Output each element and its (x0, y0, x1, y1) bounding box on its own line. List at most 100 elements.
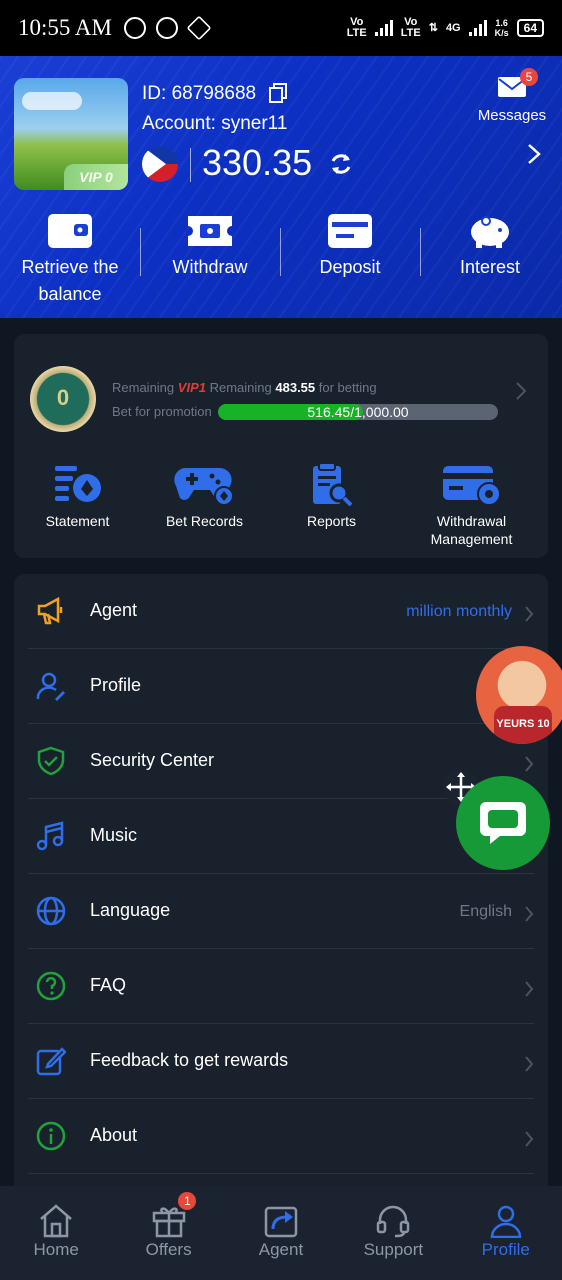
info-icon (36, 1121, 66, 1151)
share-icon (264, 1206, 298, 1238)
retrieve-balance-button[interactable]: Retrieve the balance (0, 206, 140, 308)
piggy-bank-icon (471, 216, 509, 248)
avatar-jersey: YEURS 10 (494, 706, 552, 744)
ticket-icon (188, 216, 232, 246)
account-label: Account: (142, 113, 216, 134)
vip-chevron-right-icon[interactable] (514, 380, 528, 402)
music-icon (36, 821, 64, 851)
edit-icon (36, 1047, 66, 1076)
user-avatar[interactable]: VIP 0 (14, 78, 128, 190)
refresh-icon[interactable] (328, 151, 354, 177)
nav-home-label: Home (33, 1240, 79, 1259)
battery-icon: 64 (516, 19, 544, 37)
menu-label-feedback: Feedback to get rewards (90, 1050, 289, 1070)
betting-progress-bar: 516.45/1,000.00 (218, 404, 498, 420)
interest-button[interactable]: Interest (420, 206, 560, 308)
menu-item-language[interactable]: Language English (28, 874, 534, 949)
offers-badge: 1 (178, 1192, 197, 1210)
progress-text: 516.45/1,000.00 (307, 404, 409, 420)
user-edit-icon (36, 672, 65, 701)
vip-medal-icon: 0 (30, 366, 96, 432)
volte-label-1: Vo LTE (346, 16, 367, 39)
card-settings-icon (442, 466, 501, 506)
account-value: syner11 (221, 113, 288, 134)
nav-offers-label: Offers (145, 1240, 192, 1259)
withdraw-label: Withdraw (172, 257, 248, 277)
signal-icon-1 (374, 20, 393, 36)
avatar-landscape (22, 92, 82, 110)
nav-offers[interactable]: 1 Offers (112, 1186, 224, 1280)
menu-label-security-center: Security Center (90, 750, 215, 770)
retrieve-balance-label: Retrieve the balance (21, 257, 119, 304)
withdraw-button[interactable]: Withdraw (140, 206, 280, 308)
menu-item-about[interactable]: About (28, 1099, 534, 1174)
header-chevron-right-icon[interactable] (524, 142, 544, 166)
nav-agent[interactable]: Agent (225, 1186, 337, 1280)
nav-agent-label: Agent (258, 1240, 304, 1259)
bottom-navigation: Home 1 Offers Agent Support Profile (0, 1186, 562, 1280)
play-store-notification-icon (186, 15, 212, 41)
chevron-right-icon (525, 906, 534, 922)
nav-support[interactable]: Support (337, 1186, 449, 1280)
messages-badge: 5 (520, 68, 538, 86)
floating-promo-avatar[interactable]: YEURS 10 (476, 646, 562, 744)
interest-label: Interest (459, 257, 521, 277)
live-chat-button[interactable] (456, 776, 550, 870)
menu-label-agent: Agent (90, 600, 138, 620)
messenger-notification-icon (155, 17, 178, 39)
data-arrows-icon: ⇅ (428, 21, 438, 34)
copy-icon[interactable] (268, 82, 288, 104)
philippines-flag-icon (142, 146, 178, 182)
statement-label: Statement (45, 513, 110, 529)
menu-label-language: Language (90, 900, 171, 920)
statement-icon (54, 466, 101, 502)
volte-label-2: Vo LTE (400, 16, 421, 39)
shield-check-icon (37, 746, 65, 776)
home-icon (40, 1204, 73, 1238)
question-icon (36, 971, 66, 1001)
globe-icon (36, 896, 66, 926)
menu-item-agent[interactable]: Agent million monthly (28, 574, 534, 649)
headset-icon (377, 1205, 410, 1238)
bet-records-label: Bet Records (165, 513, 244, 529)
menu-label-about: About (90, 1125, 138, 1145)
gift-icon (152, 1207, 185, 1238)
withdrawal-management-button[interactable]: Withdrawal Management (395, 462, 548, 548)
profile-header: VIP 0 ID: 68798688 Account: syner11 330.… (0, 56, 562, 318)
settings-menu: Agent million monthly Profile Security C… (14, 574, 548, 1186)
bet-records-button[interactable]: Bet Records (141, 462, 268, 548)
deposit-button[interactable]: Deposit (280, 206, 420, 308)
menu-value-language: English (459, 903, 512, 920)
wallet-open-icon (328, 214, 372, 248)
chevron-right-icon (525, 756, 534, 772)
menu-value-agent: million monthly (406, 603, 512, 620)
wallet-icon (48, 214, 92, 248)
promo-label: Bet for promotion (112, 404, 212, 419)
chat-notification-icon (123, 17, 146, 39)
menu-item-feedback[interactable]: Feedback to get rewards (28, 1024, 534, 1099)
menu-label-music: Music (90, 825, 138, 845)
remaining-amount: 483.55 (275, 380, 316, 395)
nav-support-label: Support (363, 1240, 424, 1259)
vip-level-tag: VIP 0 (64, 164, 128, 190)
record-tools: Statement Bet Records Reports Withdrawal… (14, 462, 548, 548)
id-label: ID: (142, 83, 167, 104)
remaining-mid: Remaining (209, 380, 272, 395)
nav-home[interactable]: Home (0, 1186, 112, 1280)
remaining-prefix: Remaining (112, 380, 175, 395)
messages-label: Messages (477, 107, 547, 124)
menu-item-faq[interactable]: FAQ (28, 949, 534, 1024)
id-value: 68798688 (171, 83, 257, 104)
vip-progress-card[interactable]: 0 Remaining VIP1 Remaining 483.55 for be… (14, 334, 548, 558)
messages-button[interactable]: 5 Messages (472, 68, 552, 124)
signal-icon-2 (468, 20, 487, 36)
account-name: Account: syner11 (142, 113, 287, 135)
reports-button[interactable]: Reports (268, 462, 395, 548)
menu-item-profile[interactable]: Profile (28, 649, 534, 724)
nav-profile-label: Profile (481, 1240, 530, 1259)
statement-button[interactable]: Statement (14, 462, 141, 548)
user-icon (490, 1205, 522, 1238)
notification-icons (123, 15, 212, 41)
nav-profile[interactable]: Profile (450, 1186, 562, 1280)
remaining-text: Remaining VIP1 Remaining 483.55 for bett… (112, 380, 377, 395)
